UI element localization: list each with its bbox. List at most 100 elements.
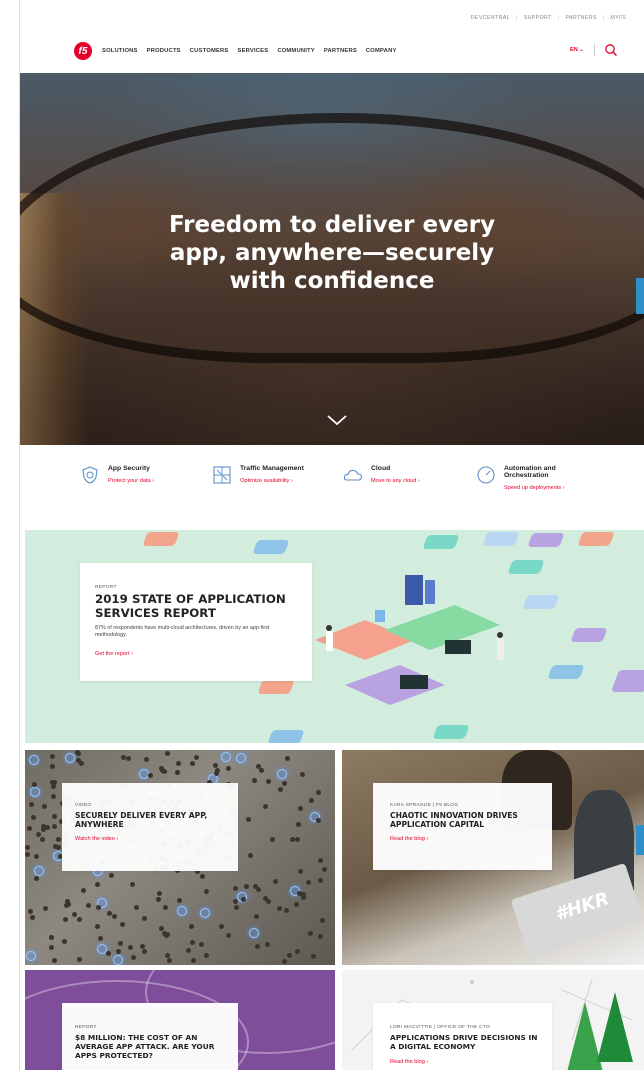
crowd-highlight (221, 751, 232, 762)
crowd-person (248, 853, 254, 859)
category-title: Cloud (371, 465, 391, 472)
crowd-highlight (33, 865, 44, 876)
report-link[interactable]: Get the report › (95, 651, 133, 657)
crowd-person (225, 766, 231, 772)
crowd-highlight (29, 754, 40, 765)
crowd-person (298, 805, 304, 811)
utility-separator: | (515, 15, 518, 21)
report-title: 2019 STATE OF APPLICATION SERVICES REPOR… (95, 592, 286, 620)
side-tab[interactable] (636, 825, 644, 855)
crowd-person (186, 948, 192, 954)
deco-tile (570, 628, 608, 642)
nav-solutions[interactable]: SOLUTIONS (102, 48, 138, 54)
nav-community[interactable]: COMMUNITY (277, 48, 315, 54)
crowd-person (295, 822, 301, 828)
crowd-person (116, 949, 122, 955)
crowd-person (286, 953, 292, 959)
nav-company[interactable]: COMPANY (366, 48, 397, 54)
crowd-person (25, 852, 31, 858)
f5-logo[interactable]: f5 (74, 42, 92, 60)
crowd-person (283, 907, 289, 913)
category-cloud[interactable]: Cloud Move to any cloud › (343, 465, 420, 485)
blog-tile[interactable]: LORI MACVITTIE | OFFICE OF THE CTO APPLI… (342, 970, 644, 1070)
nav-services[interactable]: SERVICES (238, 48, 269, 54)
crowd-person (56, 836, 62, 842)
crowd-person (158, 926, 164, 932)
crowd-person (143, 756, 149, 762)
traffic-icon (213, 466, 231, 484)
crowd-highlight (113, 954, 124, 965)
crowd-person (76, 956, 82, 962)
crowd-person (27, 825, 33, 831)
crowd-person (162, 768, 168, 774)
crowd-person (106, 950, 112, 956)
search-icon[interactable] (604, 43, 618, 57)
crowd-person (297, 869, 303, 875)
crowd-person (141, 948, 147, 954)
category-link[interactable]: Protect your data › (108, 478, 154, 484)
crowd-person (289, 836, 295, 842)
crowd-person (111, 914, 117, 920)
crowd-person (125, 755, 131, 761)
crowd-person (188, 924, 194, 930)
crowd-person (198, 941, 204, 947)
crowd-person (246, 817, 252, 823)
nav-partners[interactable]: PARTNERS (324, 48, 357, 54)
crowd-person (266, 778, 272, 784)
category-link[interactable]: Speed up deployments › (504, 485, 574, 491)
crowd-person (164, 953, 170, 959)
crowd-person (276, 906, 282, 912)
crowd-person (78, 760, 84, 766)
crowd-person (29, 801, 35, 807)
category-app-security[interactable]: App Security Protect your data › (80, 465, 154, 485)
crowd-person (226, 932, 232, 938)
category-automation[interactable]: Automation and Orchestration Speed up de… (476, 465, 574, 491)
blog-tile[interactable]: #HKR KARA SPRAGUE | F5 BLOG CHAOTIC INNO… (342, 750, 644, 965)
tile-link[interactable]: Read the blog › (390, 836, 428, 842)
category-traffic-management[interactable]: Traffic Management Optimize availability… (212, 465, 304, 485)
report-tile[interactable]: REPORT $8 MILLION: THE COST OF AN AVERAG… (25, 970, 335, 1070)
utility-link-myf5[interactable]: MYF5 (610, 15, 626, 21)
crowd-person (175, 760, 181, 766)
crowd-highlight (30, 787, 41, 798)
crowd-person (203, 888, 209, 894)
nav-customers[interactable]: CUSTOMERS (190, 48, 229, 54)
utility-link-support[interactable]: SUPPORT (524, 15, 552, 21)
category-link[interactable]: Optimize availability › (240, 478, 304, 484)
crowd-person (133, 905, 139, 911)
crowd-person (96, 905, 101, 911)
crowd-person (253, 914, 259, 920)
tile-link[interactable]: Watch the video › (75, 836, 118, 842)
utility-link-devcentral[interactable]: DEVCENTRAL (471, 15, 510, 21)
category-link[interactable]: Move to any cloud › (371, 478, 420, 484)
crowd-person (27, 908, 33, 914)
crowd-highlight (176, 905, 187, 916)
crowd-person (156, 890, 162, 896)
tile-card: REPORT $8 MILLION: THE COST OF AN AVERAG… (62, 1003, 238, 1070)
crowd-person (273, 878, 279, 884)
hero-side-tab[interactable] (636, 278, 644, 314)
crowd-person (240, 896, 246, 902)
crowd-person (130, 955, 136, 961)
crowd-person (95, 924, 101, 930)
shield-icon (82, 466, 98, 484)
video-tile[interactable]: VIDEO SECURELY DELIVER EVERY APP, ANYWHE… (25, 750, 335, 965)
crowd-person (218, 924, 224, 930)
deco-tile (527, 533, 565, 547)
tile-link[interactable]: Read the blog › (390, 1059, 428, 1065)
utility-link-partners[interactable]: PARTNERS (565, 15, 596, 21)
chevron-down-icon[interactable] (326, 413, 348, 427)
crowd-person (263, 803, 269, 809)
crowd-person (265, 942, 271, 948)
crowd-person (319, 917, 325, 923)
crowd-person (256, 887, 262, 893)
deco-tree (597, 992, 633, 1062)
tile-eyebrow: LORI MACVITTIE | OFFICE OF THE CTO (390, 1025, 491, 1030)
crowd-person (50, 784, 56, 790)
crowd-person (199, 873, 205, 879)
deco-tile (507, 560, 545, 574)
office-illustration (315, 575, 504, 705)
language-selector[interactable]: EN ⌄ (570, 47, 584, 53)
nav-products[interactable]: PRODUCTS (147, 48, 181, 54)
utility-separator: | (602, 15, 605, 21)
